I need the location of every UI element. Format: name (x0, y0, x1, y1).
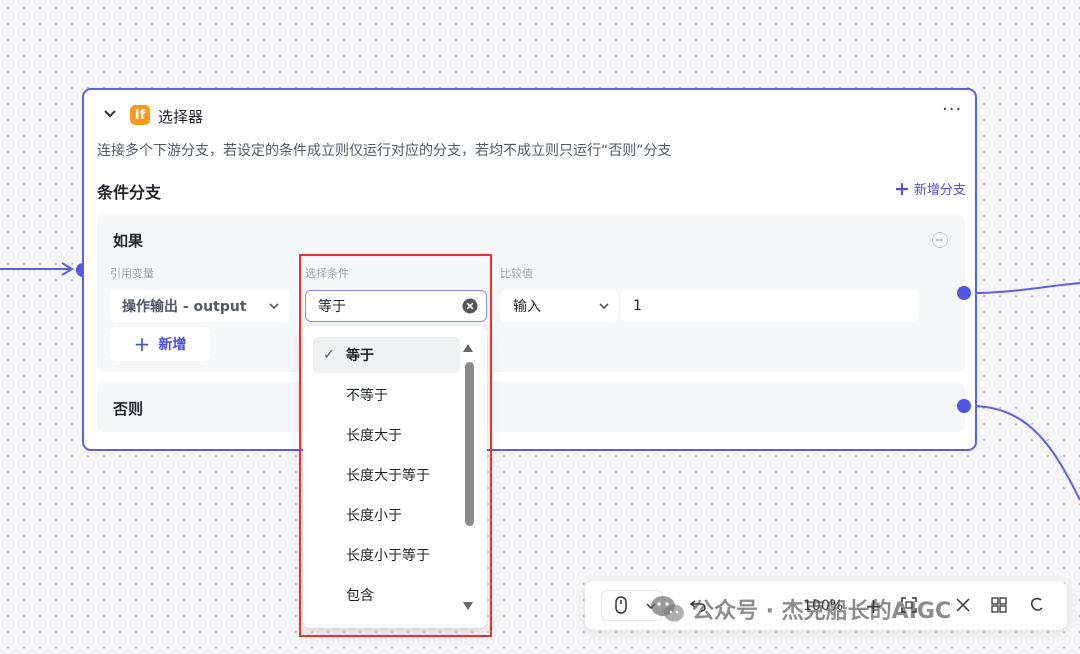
highlight-box (299, 254, 492, 637)
plus-icon: + (894, 177, 910, 200)
add-branch-button[interactable]: + 新增分支 (894, 179, 966, 198)
wechat-icon (651, 596, 684, 622)
if-label: 如果 (113, 232, 144, 250)
chevron-down-icon (599, 303, 609, 310)
compare-type-select[interactable]: 输入 (500, 290, 618, 322)
ref-var-value: 操作输出 - output (122, 299, 247, 315)
mouse-icon (615, 596, 627, 614)
plus-icon: + (133, 332, 151, 356)
comment-icon[interactable] (1029, 597, 1045, 613)
node-title[interactable]: 选择器 (158, 106, 203, 127)
layout-icon[interactable] (991, 597, 1007, 613)
compare-value-input[interactable]: 1 (621, 290, 919, 322)
remove-branch-icon[interactable] (932, 232, 948, 248)
if-output-port[interactable] (957, 286, 971, 300)
else-output-port[interactable] (957, 399, 971, 413)
if-icon: If (130, 105, 150, 125)
add-condition-button[interactable]: + 新增 (110, 327, 210, 361)
else-branch: 否则 (97, 382, 965, 432)
chevron-down-icon[interactable] (102, 106, 118, 122)
if-branch: 如果 引用变量 选择条件 比较值 操作输出 - output 等于 输入 1 +… (97, 214, 965, 372)
compare-type-value: 输入 (513, 299, 541, 315)
node-description: 连接多个下游分支，若设定的条件成立则仅运行对应的分支，若均不成立则只运行“否则”… (97, 143, 672, 159)
add-condition-label: 新增 (158, 337, 187, 353)
add-branch-label: 新增分支 (913, 183, 966, 198)
else-label: 否则 (113, 400, 144, 418)
compare-header: 比较值 (500, 267, 533, 280)
chevron-down-icon (269, 303, 279, 310)
ref-var-select[interactable]: 操作输出 - output (110, 290, 290, 322)
collapse-icon[interactable] (955, 597, 971, 613)
selector-node[interactable]: If 选择器 ··· 连接多个下游分支，若设定的条件成立则仅运行对应的分支，若均… (82, 88, 977, 451)
section-title: 条件分支 (97, 183, 162, 202)
ref-var-header: 引用变量 (110, 267, 154, 280)
more-icon[interactable]: ··· (942, 99, 962, 120)
watermark-text: 公众号 · 杰克船长的AIGC (692, 599, 952, 624)
compare-value: 1 (633, 298, 642, 314)
watermark: 公众号 · 杰克船长的AIGC (650, 593, 951, 625)
